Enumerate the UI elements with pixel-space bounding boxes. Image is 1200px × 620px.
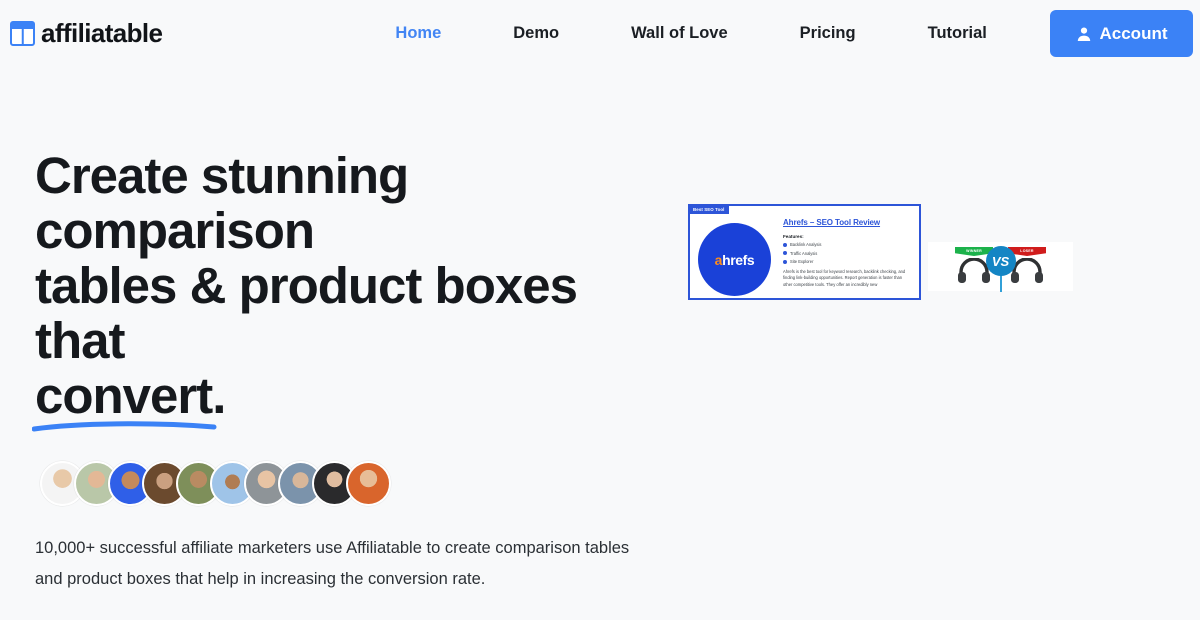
main-nav: Home Demo Wall of Love Pricing Tutorial … [359, 24, 1128, 43]
account-button-label: Account [1099, 23, 1168, 43]
avatar-group [35, 461, 680, 506]
product-box-feature: Traffic Analysis [783, 251, 911, 256]
hero-section: Create stunning comparison tables & prod… [0, 66, 1200, 620]
hero-subtitle: 10,000+ successful affiliate marketers u… [35, 539, 630, 588]
product-box-content: Ahrefs – SEO Tool Review Features: Backl… [783, 218, 911, 288]
nav-item-pricing[interactable]: Pricing [764, 24, 892, 43]
avatar [346, 461, 391, 506]
site-header: affiliatable Home Demo Wall of Love Pric… [0, 0, 1200, 66]
product-box-badge: Best SEO Tool [690, 206, 730, 214]
product-box-preview: Best SEO Tool a hrefs Ahrefs – SEO Tool R… [688, 204, 921, 300]
product-box-feature-label: Backlink Analysis [790, 242, 822, 248]
product-box-feature: Site Explorer [783, 259, 911, 264]
vs-badge: VS [985, 246, 1016, 276]
user-icon [1077, 27, 1090, 41]
check-dot-icon [783, 251, 787, 256]
headline-line-1: Create stunning comparison [35, 147, 409, 259]
nav-item-wall-of-love[interactable]: Wall of Love [595, 24, 764, 43]
brand-logo[interactable]: affiliatable [10, 17, 163, 49]
product-box-description: Ahrefs is the best tool for keyword rese… [783, 269, 906, 287]
hero-preview-image: Best SEO Tool a hrefs Ahrefs – SEO Tool R… [680, 66, 1200, 620]
table-grid-icon [10, 20, 35, 46]
account-button[interactable]: Account [1050, 10, 1193, 57]
product-box-features-label: Features: [783, 234, 804, 239]
product-box-feature: Backlink Analysis [783, 242, 911, 247]
product-box-feature-label: Traffic Analysis [790, 250, 818, 256]
ahrefs-logo-rest: hrefs [722, 251, 755, 268]
headline-line-3: convert. [35, 367, 226, 424]
ahrefs-logo-a: a [714, 251, 723, 268]
nav-item-home[interactable]: Home [359, 24, 477, 43]
ahrefs-logo-icon: a hrefs [698, 223, 771, 296]
underline-stroke-icon [32, 421, 217, 432]
headline-highlight: convert. [32, 367, 226, 432]
nav-item-tutorial[interactable]: Tutorial [892, 24, 1023, 43]
check-dot-icon [783, 242, 787, 247]
nav-item-demo[interactable]: Demo [477, 24, 595, 43]
product-box-feature-label: Site Explorer [790, 259, 814, 265]
vs-comparison-preview: WINNER VS LOSER [928, 242, 1073, 292]
product-box-title-link[interactable]: Ahrefs – SEO Tool Review [783, 218, 911, 227]
headline-line-2: tables & product boxes that [35, 257, 578, 369]
page-title: Create stunning comparison tables & prod… [32, 147, 635, 432]
brand-name: affiliatable [41, 17, 163, 48]
check-dot-icon [783, 259, 787, 264]
hero-text-column: Create stunning comparison tables & prod… [0, 66, 680, 620]
